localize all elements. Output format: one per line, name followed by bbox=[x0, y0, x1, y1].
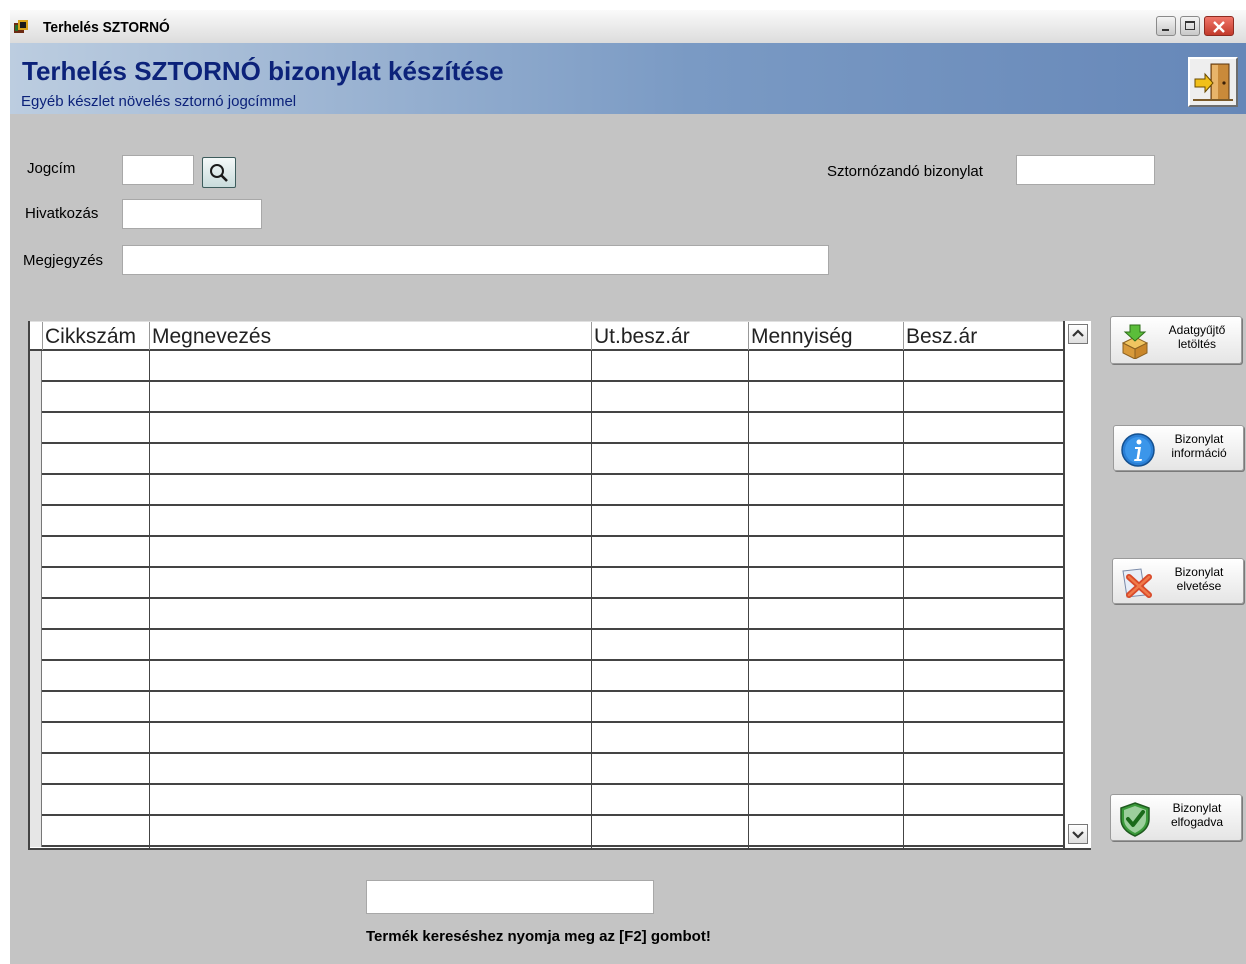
column-header-cikkszam[interactable]: Cikkszám bbox=[42, 322, 149, 350]
row-selector[interactable] bbox=[30, 599, 42, 630]
table-row[interactable] bbox=[42, 351, 1063, 382]
row-selector[interactable] bbox=[30, 382, 42, 413]
table-row[interactable] bbox=[42, 754, 1063, 785]
search-icon bbox=[210, 164, 228, 182]
table-row[interactable] bbox=[42, 444, 1063, 475]
hivatkozas-field[interactable] bbox=[122, 199, 262, 229]
row-selector[interactable] bbox=[30, 754, 42, 785]
bizonylat-elfogadva-button[interactable]: Bizonylat elfogadva bbox=[1110, 794, 1242, 841]
row-selector[interactable] bbox=[30, 413, 42, 444]
page-subtitle: Egyéb készlet növelés sztornó jogcímmel bbox=[21, 93, 297, 110]
column-divider bbox=[591, 351, 592, 848]
header-banner: Terhelés SZTORNÓ bizonylat készítése Egy… bbox=[10, 43, 1246, 114]
adatgyujto-letoltes-button[interactable]: Adatgyűjtő letöltés bbox=[1110, 316, 1242, 364]
table-row[interactable] bbox=[42, 382, 1063, 413]
column-header-ut-besz-ar[interactable]: Ut.besz.ár bbox=[591, 322, 748, 350]
table-row[interactable] bbox=[42, 816, 1063, 847]
window: Terhelés SZTORNÓ Terhelés SZTORNÓ bizony… bbox=[10, 10, 1246, 964]
scroll-down-button[interactable] bbox=[1068, 824, 1088, 844]
column-header-mennyiseg[interactable]: Mennyiség bbox=[748, 322, 903, 350]
sztornozando-field[interactable] bbox=[1016, 155, 1155, 185]
row-selector[interactable] bbox=[30, 692, 42, 723]
row-selector[interactable] bbox=[30, 816, 42, 847]
column-divider bbox=[748, 351, 749, 848]
page-title: Terhelés SZTORNÓ bizonylat készítése bbox=[22, 56, 504, 86]
table-row[interactable] bbox=[42, 599, 1063, 630]
box-download-icon bbox=[1121, 324, 1149, 359]
table-row[interactable] bbox=[42, 692, 1063, 723]
reject-x-icon bbox=[1122, 568, 1152, 598]
table-row[interactable] bbox=[42, 630, 1063, 661]
column-header-besz-ar[interactable]: Besz.ár bbox=[903, 322, 1060, 350]
column-divider bbox=[149, 351, 150, 848]
row-selector[interactable] bbox=[30, 568, 42, 599]
bizonylat-informacio-label: Bizonylat információ bbox=[1171, 432, 1227, 460]
exit-button[interactable] bbox=[1188, 57, 1238, 107]
table-row[interactable] bbox=[42, 723, 1063, 754]
bizonylat-elvetese-button[interactable]: Bizonylat elvetése bbox=[1112, 558, 1244, 604]
accept-shield-icon bbox=[1120, 802, 1150, 837]
row-selector[interactable] bbox=[30, 723, 42, 754]
table-row[interactable] bbox=[42, 785, 1063, 816]
megjegyzes-label: Megjegyzés bbox=[23, 252, 104, 269]
table-row[interactable] bbox=[42, 475, 1063, 506]
row-selector[interactable] bbox=[30, 630, 42, 661]
product-search-hint: Termék kereséshez nyomja meg az [F2] gom… bbox=[366, 928, 711, 945]
title-bar[interactable]: Terhelés SZTORNÓ bbox=[10, 10, 1246, 44]
row-selector[interactable] bbox=[30, 661, 42, 692]
bizonylat-elvetese-label: Bizonylat elvetése bbox=[1174, 565, 1224, 593]
bizonylat-informacio-button[interactable]: Bizonylat információ bbox=[1113, 425, 1244, 471]
app-icon bbox=[14, 20, 28, 33]
product-search-input[interactable] bbox=[366, 880, 654, 914]
hivatkozas-label: Hivatkozás bbox=[25, 205, 99, 222]
vertical-scrollbar[interactable] bbox=[1063, 321, 1091, 848]
minimize-icon bbox=[1162, 29, 1169, 31]
jogcim-field[interactable] bbox=[122, 155, 194, 185]
row-selector[interactable] bbox=[30, 537, 42, 568]
close-button[interactable] bbox=[1204, 16, 1234, 36]
grid-header: Cikkszám Megnevezés Ut.besz.ár Mennyiség… bbox=[30, 321, 1091, 351]
table-row[interactable] bbox=[42, 661, 1063, 692]
jogcim-label: Jogcím bbox=[27, 160, 76, 177]
chevron-down-icon bbox=[1072, 831, 1084, 839]
row-selector[interactable] bbox=[30, 785, 42, 816]
maximize-button[interactable] bbox=[1180, 16, 1200, 36]
row-selector[interactable] bbox=[30, 506, 42, 537]
maximize-icon bbox=[1185, 21, 1195, 30]
window-title: Terhelés SZTORNÓ bbox=[43, 19, 170, 36]
jogcim-search-button[interactable] bbox=[202, 157, 236, 188]
scroll-up-button[interactable] bbox=[1068, 324, 1088, 344]
info-icon bbox=[1121, 433, 1155, 467]
row-selector[interactable] bbox=[30, 475, 42, 506]
table-row[interactable] bbox=[42, 506, 1063, 537]
minimize-button[interactable] bbox=[1156, 16, 1176, 36]
chevron-up-icon bbox=[1072, 329, 1084, 337]
adatgyujto-label: Adatgyűjtő letöltés bbox=[1168, 323, 1226, 351]
column-divider bbox=[903, 351, 904, 848]
table-row[interactable] bbox=[42, 537, 1063, 568]
row-selector[interactable] bbox=[30, 444, 42, 475]
bizonylat-elfogadva-label: Bizonylat elfogadva bbox=[1170, 801, 1224, 829]
exit-door-icon bbox=[1193, 63, 1233, 101]
table-row[interactable] bbox=[42, 413, 1063, 444]
items-grid[interactable]: Cikkszám Megnevezés Ut.besz.ár Mennyiség… bbox=[28, 321, 1091, 850]
column-header-megnevezes[interactable]: Megnevezés bbox=[149, 322, 591, 350]
row-selector[interactable] bbox=[30, 351, 42, 382]
megjegyzes-field[interactable] bbox=[122, 245, 829, 275]
sztornozando-label: Sztornózandó bizonylat bbox=[827, 163, 983, 180]
table-row[interactable] bbox=[42, 568, 1063, 599]
close-icon bbox=[1213, 21, 1225, 33]
